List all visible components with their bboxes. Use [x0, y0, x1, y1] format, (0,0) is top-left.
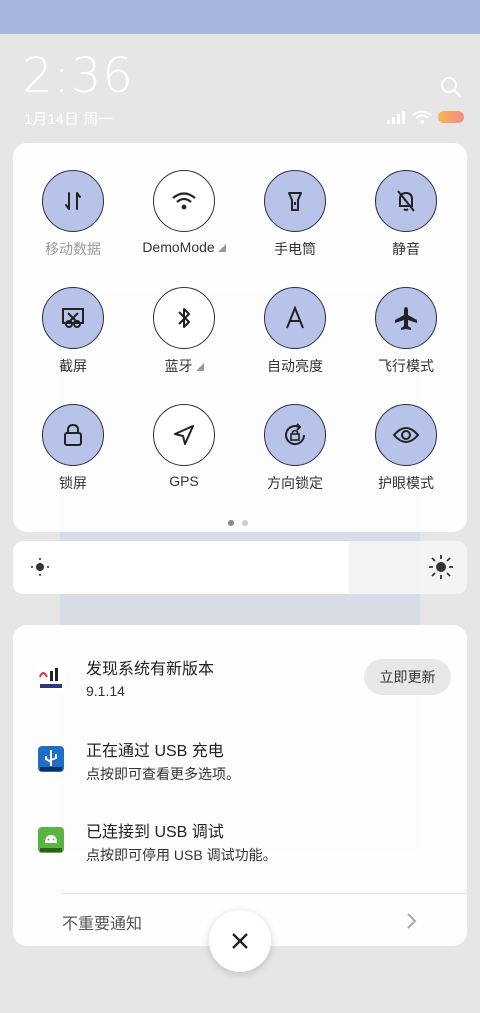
status-bar-band: [0, 0, 480, 34]
tile-airplane-mode[interactable]: 飞行模式: [356, 287, 456, 376]
tile-label: 自动亮度: [267, 358, 323, 374]
airplane-icon: [375, 287, 437, 349]
tile-mobile-data[interactable]: 移动数据: [23, 170, 123, 259]
clock: 2:36: [22, 48, 134, 104]
wifi-status-icon: [412, 110, 432, 124]
flashlight-icon: [264, 170, 326, 232]
tile-label: 方向锁定: [267, 475, 323, 491]
tile-wifi[interactable]: DemoMode: [134, 170, 234, 255]
tile-label: 截屏: [59, 358, 87, 374]
quick-settings-panel: 移动数据 DemoMode 手电筒 静音 截屏 蓝牙 自动亮度 飞行模式 锁屏 …: [13, 143, 467, 532]
page-indicator: [228, 520, 248, 526]
brightness-low-icon: [31, 558, 49, 576]
android-debug-icon: [38, 827, 64, 853]
status-icons: [386, 110, 464, 124]
auto-brightness-icon: [264, 287, 326, 349]
tile-bluetooth[interactable]: 蓝牙: [134, 287, 234, 376]
wifi-icon: [153, 170, 215, 232]
tile-gps[interactable]: GPS: [134, 404, 234, 489]
tile-label: 移动数据: [45, 241, 101, 257]
lock-icon: [42, 404, 104, 466]
gps-icon: [153, 404, 215, 466]
expand-triangle-icon: [217, 244, 226, 252]
tile-mute[interactable]: 静音: [356, 170, 456, 259]
notification-subtitle: 9.1.14: [86, 683, 125, 699]
screenshot-icon: [42, 287, 104, 349]
brightness-high-icon: [429, 555, 453, 579]
date-label: 1月14日 周一: [24, 111, 114, 128]
search-icon[interactable]: [440, 76, 462, 98]
usb-icon: [38, 746, 64, 772]
mute-bell-icon: [375, 170, 437, 232]
tile-label: 手电筒: [274, 241, 316, 257]
chevron-right-icon[interactable]: [405, 912, 417, 930]
tile-flashlight[interactable]: 手电筒: [245, 170, 345, 259]
tile-label: 蓝牙: [164, 358, 193, 374]
bluetooth-icon: [153, 287, 215, 349]
battery-icon: [438, 111, 464, 123]
tile-label: DemoMode: [142, 239, 215, 255]
mobile-data-icon: [42, 170, 104, 232]
unimportant-notifications-link[interactable]: 不重要通知: [62, 910, 142, 934]
tile-label: 静音: [392, 241, 420, 257]
signal-icon: [387, 111, 405, 124]
brightness-slider[interactable]: [13, 541, 467, 594]
notification-title: 已连接到 USB 调试: [86, 824, 224, 841]
eye-icon: [375, 404, 437, 466]
update-now-button[interactable]: 立即更新: [364, 659, 451, 695]
close-icon: [232, 933, 248, 949]
notification-subtitle: 点按即可停用 USB 调试功能。: [86, 847, 277, 863]
notification-subtitle: 点按即可查看更多选项。: [86, 766, 240, 782]
tile-screenshot[interactable]: 截屏: [23, 287, 123, 376]
page-dot-active: [228, 520, 234, 526]
tile-label: 飞行模式: [378, 358, 434, 374]
update-app-icon: [37, 663, 65, 691]
notification-title: 正在通过 USB 充电: [86, 743, 224, 760]
clear-all-button[interactable]: [209, 910, 271, 972]
tile-eye-care[interactable]: 护眼模式: [356, 404, 456, 493]
tile-label: GPS: [169, 473, 199, 489]
divider: [61, 893, 467, 894]
tile-lock-screen[interactable]: 锁屏: [23, 404, 123, 493]
expand-triangle-icon: [195, 363, 204, 371]
brightness-fill: [13, 541, 349, 594]
tile-label: 锁屏: [59, 475, 87, 491]
tile-auto-brightness[interactable]: 自动亮度: [245, 287, 345, 376]
rotation-lock-icon: [264, 404, 326, 466]
tile-label: 护眼模式: [378, 475, 434, 491]
notification-panel: 发现系统有新版本 9.1.14 立即更新 正在通过 USB 充电 点按即可查看更…: [13, 625, 467, 946]
tile-rotation-lock[interactable]: 方向锁定: [245, 404, 345, 493]
page-dot: [242, 520, 248, 526]
notification-title: 发现系统有新版本: [86, 661, 215, 678]
